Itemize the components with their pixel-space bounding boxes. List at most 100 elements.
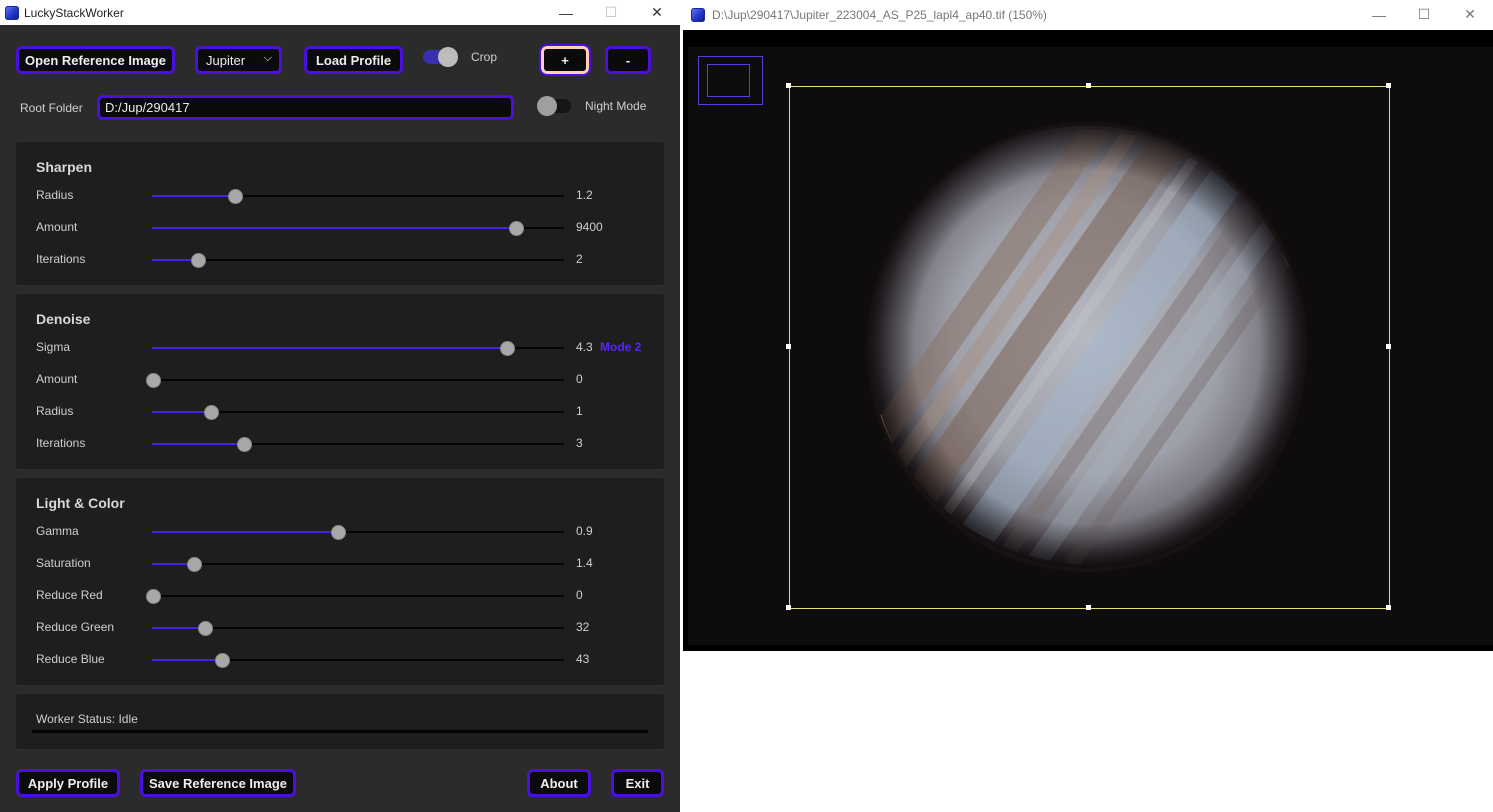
reduce-green-value: 32 <box>576 620 590 634</box>
crop-handle-right[interactable] <box>1386 344 1391 349</box>
denoise-sigma-label: Sigma <box>36 340 71 354</box>
close-icon[interactable]: ✕ <box>634 0 680 25</box>
denoise-radius-row: Radius 1 <box>16 402 664 422</box>
slider-thumb[interactable] <box>215 653 231 668</box>
denoise-sigma-value: 4.3 <box>576 340 593 354</box>
denoise-amount-value: 0 <box>576 372 583 386</box>
slider-thumb[interactable] <box>228 189 244 204</box>
profile-select-value: Jupiter <box>206 52 246 68</box>
viewer-close-icon[interactable]: ✕ <box>1447 2 1493 27</box>
minimize-icon[interactable]: — <box>543 0 589 25</box>
maximize-icon[interactable]: ☐ <box>588 0 634 25</box>
reduce-red-slider[interactable] <box>146 589 564 604</box>
denoise-amount-slider[interactable] <box>146 373 564 388</box>
saturation-slider[interactable] <box>152 557 564 572</box>
luckystackworker-window: LuckyStackWorker — ☐ ✕ Open Reference Im… <box>0 0 680 812</box>
slider-thumb[interactable] <box>331 525 347 540</box>
viewer-title-bar: D:\Jup\290417\Jupiter_223004_AS_P25_lapl… <box>683 0 1493 30</box>
slider-thumb[interactable] <box>236 437 252 452</box>
viewer-logo-icon <box>691 8 705 22</box>
reduce-blue-row: Reduce Blue 43 <box>16 650 664 670</box>
denoise-radius-label: Radius <box>36 404 74 418</box>
load-profile-button[interactable]: Load Profile <box>304 46 403 74</box>
sharpen-panel: Sharpen Radius 1.2 Amount 9400 Iteration… <box>16 142 664 285</box>
sharpen-amount-value: 9400 <box>576 220 603 234</box>
crop-handle-bottom[interactable] <box>1086 605 1091 610</box>
sharpen-radius-slider[interactable] <box>152 189 564 204</box>
gamma-slider[interactable] <box>152 525 564 540</box>
crop-handle-left[interactable] <box>786 344 791 349</box>
saturation-value: 1.4 <box>576 556 593 570</box>
worker-progress-bar <box>32 730 648 733</box>
root-folder-input[interactable]: D:/Jup/290417 <box>97 95 514 120</box>
sharpen-radius-row: Radius 1.2 <box>16 186 664 206</box>
zoom-out-button[interactable]: - <box>605 46 651 74</box>
open-reference-image-button[interactable]: Open Reference Image <box>16 46 175 74</box>
crop-label: Crop <box>471 50 498 64</box>
root-folder-label: Root Folder <box>20 101 83 115</box>
slider-thumb[interactable] <box>146 373 161 388</box>
reduce-red-value: 0 <box>576 588 583 602</box>
light-color-panel: Light & Color Gamma 0.9 Saturation 1.4 R… <box>16 478 664 685</box>
apply-profile-button[interactable]: Apply Profile <box>16 769 120 797</box>
crop-handle-top-right[interactable] <box>1386 83 1391 88</box>
gamma-value: 0.9 <box>576 524 593 538</box>
denoise-amount-label: Amount <box>36 372 78 386</box>
sharpen-iterations-label: Iterations <box>36 252 86 266</box>
crop-handle-bottom-left[interactable] <box>786 605 791 610</box>
slider-thumb[interactable] <box>191 253 207 268</box>
profile-select[interactable]: Jupiter ⌵ <box>195 46 282 74</box>
exit-button[interactable]: Exit <box>611 769 664 797</box>
crop-handle-top-left[interactable] <box>786 83 791 88</box>
sharpen-radius-label: Radius <box>36 188 74 202</box>
denoise-title: Denoise <box>36 311 91 327</box>
denoise-iterations-slider[interactable] <box>152 437 564 452</box>
reduce-blue-slider[interactable] <box>152 653 564 668</box>
image-viewer-window: D:\Jup\290417\Jupiter_223004_AS_P25_lapl… <box>683 0 1493 651</box>
sharpen-amount-slider[interactable] <box>152 221 564 236</box>
denoise-panel: Denoise Sigma 4.3 Mode 2 Amount 0 Radius… <box>16 294 664 469</box>
worker-status-text: Worker Status: Idle <box>36 712 138 726</box>
reduce-red-label: Reduce Red <box>36 588 103 602</box>
sharpen-iterations-slider[interactable] <box>152 253 564 268</box>
saturation-label: Saturation <box>36 556 91 570</box>
denoise-iterations-row: Iterations 3 <box>16 434 664 454</box>
viewer-maximize-icon[interactable]: ☐ <box>1401 2 1447 27</box>
denoise-mode-label[interactable]: Mode 2 <box>600 340 641 354</box>
denoise-iterations-value: 3 <box>576 436 583 450</box>
reduce-green-slider[interactable] <box>152 621 564 636</box>
sharpen-iterations-value: 2 <box>576 252 583 266</box>
night-mode-label: Night Mode <box>585 99 647 113</box>
slider-thumb[interactable] <box>187 557 203 572</box>
denoise-radius-value: 1 <box>576 404 583 418</box>
app-logo-icon <box>5 5 19 20</box>
gamma-label: Gamma <box>36 524 79 538</box>
denoise-sigma-slider[interactable] <box>152 341 564 356</box>
about-button[interactable]: About <box>527 769 591 797</box>
slider-thumb[interactable] <box>203 405 219 420</box>
slider-thumb[interactable] <box>500 341 516 356</box>
crop-toggle[interactable] <box>423 47 459 67</box>
reduce-green-row: Reduce Green 32 <box>16 618 664 638</box>
sharpen-amount-row: Amount 9400 <box>16 218 664 238</box>
zoom-in-button[interactable]: + <box>539 44 591 76</box>
reduce-red-row: Reduce Red 0 <box>16 586 664 606</box>
sharpen-iterations-row: Iterations 2 <box>16 250 664 270</box>
gamma-row: Gamma 0.9 <box>16 522 664 542</box>
sharpen-radius-value: 1.2 <box>576 188 593 202</box>
reduce-blue-label: Reduce Blue <box>36 652 105 666</box>
crop-handle-top[interactable] <box>1086 83 1091 88</box>
slider-thumb[interactable] <box>508 221 524 236</box>
night-mode-toggle[interactable] <box>537 96 573 116</box>
denoise-iterations-label: Iterations <box>36 436 86 450</box>
window-title: LuckyStackWorker <box>24 5 124 20</box>
crop-outline[interactable] <box>789 86 1390 609</box>
save-reference-image-button[interactable]: Save Reference Image <box>140 769 296 797</box>
navigator-viewport[interactable] <box>707 64 750 97</box>
viewer-minimize-icon[interactable]: — <box>1356 2 1402 27</box>
slider-thumb[interactable] <box>197 621 213 636</box>
viewer-window-title: D:\Jup\290417\Jupiter_223004_AS_P25_lapl… <box>712 8 1047 22</box>
crop-handle-bottom-right[interactable] <box>1386 605 1391 610</box>
denoise-radius-slider[interactable] <box>152 405 564 420</box>
slider-thumb[interactable] <box>146 589 161 604</box>
